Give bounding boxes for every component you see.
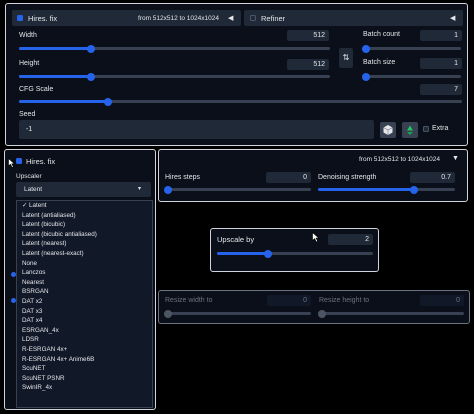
upscaler-option[interactable]: ✓ Latent [17,201,152,211]
cfg-scale-label: CFG Scale [19,86,54,93]
upscaler-option[interactable]: ScuNET PSNR [17,374,152,384]
seed-label: Seed [19,111,36,118]
hires-steps-slider[interactable] [163,185,311,194]
seed-value: -1 [26,126,33,133]
hires-fix-label: Hires. fix [26,157,56,166]
upscaler-option[interactable]: Lanczos [17,268,152,278]
cursor-icon [312,232,320,243]
upscaler-option[interactable]: Latent (bicubic) [17,220,152,230]
generation-settings-panel: Hires. fix from 512x512 to 1024x1024 ◀ R… [5,3,468,146]
batch-count-label: Batch count [363,31,400,38]
collapse-arrow-icon[interactable]: ◀ [450,14,455,22]
chevron-down-icon: ▾ [138,186,142,192]
upscaler-option[interactable]: None [17,259,152,269]
cfg-scale-input[interactable]: 7 [420,84,462,95]
width-label: Width [19,32,37,39]
upscale-by-panel: Upscale by 2 [210,228,379,272]
hires-fix-checkbox[interactable] [16,158,22,164]
denoising-strength-input[interactable]: 0.7 [410,172,455,183]
hires-fix-checkbox[interactable] [17,15,23,21]
upscaler-option[interactable]: Latent (antialiased) [17,211,152,221]
height-label: Height [19,60,40,67]
upscaler-option[interactable]: Latent (bicubic antialiased) [17,230,152,240]
upscaler-option[interactable]: ESRGAN_4x [17,326,152,336]
seed-input[interactable]: -1 [19,120,374,139]
resize-panel: Resize width to 0 Resize height to 0 [158,290,470,324]
upscaler-option[interactable]: Latent (nearest-exact) [17,249,152,259]
upscaler-option[interactable]: R-ESRGAN 4x+ Anime6B [17,355,152,365]
upscaler-selected-value: Latent [24,186,43,193]
extra-checkbox[interactable] [423,126,429,132]
hires-steps-label: Hires steps [165,174,201,181]
collapse-arrow-icon[interactable]: ◀ [228,14,233,22]
resize-width-slider[interactable] [163,309,311,318]
width-input[interactable]: 512 [287,30,329,41]
upscaler-label: Upscaler [16,173,42,180]
batch-count-slider[interactable] [361,44,461,53]
batch-size-slider[interactable] [361,72,461,81]
height-input[interactable]: 512 [287,59,329,70]
refiner-label: Refiner [261,14,286,23]
batch-count-input[interactable]: 1 [420,30,462,41]
width-slider[interactable] [19,44,330,53]
denoising-strength-label: Denoising strength [318,174,377,181]
upscaler-option[interactable]: Latent (nearest) [17,239,152,249]
reuse-seed-button[interactable] [402,122,418,138]
upscaler-option[interactable]: LDSR [17,335,152,345]
upscaler-option[interactable]: Nearest [17,278,152,288]
upscale-by-label: Upscale by [217,235,255,244]
random-seed-button[interactable] [380,122,396,138]
swap-dimensions-button[interactable]: ⇅ [339,48,353,68]
resize-width-input[interactable]: 0 [267,295,311,306]
cursor-icon [8,158,15,168]
recycle-icon [407,125,413,135]
height-slider[interactable] [19,72,330,81]
hires-steps-input[interactable]: 0 [266,172,311,183]
upscaler-option[interactable]: R-ESRGAN 4x+ [17,345,152,355]
upscaler-option[interactable]: DAT x4 [17,316,152,326]
resize-height-input[interactable]: 0 [420,295,464,306]
upscale-by-input[interactable]: 2 [328,234,373,245]
extra-label: Extra [432,125,449,132]
hires-fix-label: Hires. fix [28,14,58,23]
dice-icon [383,125,393,135]
refiner-accordion-header[interactable]: Refiner ◀ [244,10,463,26]
batch-size-input[interactable]: 1 [420,58,462,69]
hires-fix-accordion-header[interactable]: Hires. fix from 512x512 to 1024x1024 ◀ [12,10,241,26]
batch-size-label: Batch size [363,59,396,66]
resize-height-slider[interactable] [317,309,464,318]
upscaler-option[interactable]: SwinIR_4x [17,383,152,393]
resize-width-label: Resize width to [165,297,213,304]
upscaler-option[interactable]: DAT x3 [17,307,152,317]
resize-height-label: Resize height to [319,297,370,304]
hires-fix-panel: Hires. fix Upscaler Latent ▾ ✓ Latent Lat… [4,149,156,410]
cfg-scale-slider[interactable] [19,97,462,106]
expand-arrow-icon[interactable]: ▼ [452,155,459,162]
upscale-by-slider[interactable] [217,249,373,258]
hires-resolution: from 512x512 to 1024x1024 [359,156,440,163]
refiner-checkbox[interactable] [250,15,256,21]
upscaler-dropdown[interactable]: Latent ▾ [16,182,151,197]
hires-fix-resolution: from 512x512 to 1024x1024 [138,14,219,22]
hires-steps-panel: from 512x512 to 1024x1024 ▼ Hires steps … [158,149,468,202]
upscaler-option[interactable]: DAT x2 [17,297,152,307]
upscaler-option[interactable]: BSRGAN [17,287,152,297]
upscaler-option[interactable]: ScuNET [17,364,152,374]
swap-icon: ⇅ [342,53,350,62]
denoising-strength-slider[interactable] [318,185,455,194]
upscaler-options-list: ✓ Latent Latent (antialiased) Latent (bicu… [16,200,153,408]
